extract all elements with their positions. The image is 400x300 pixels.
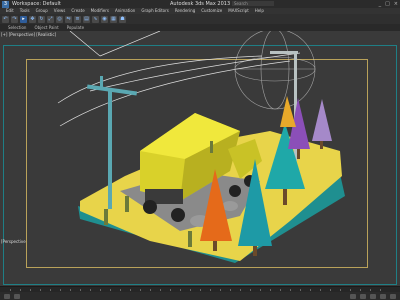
tree-lavender	[312, 99, 332, 149]
curve-editor-icon[interactable]: ∿	[92, 15, 99, 23]
tree-orange-small	[280, 96, 296, 127]
next-frame-icon[interactable]	[360, 293, 366, 299]
mirror-icon[interactable]: ⇋	[65, 15, 72, 23]
tab-populate[interactable]: Populate	[67, 24, 84, 31]
minimize-button[interactable]: _	[379, 0, 382, 8]
status-bar	[0, 292, 400, 300]
status-icon-2[interactable]	[14, 293, 20, 299]
render-setup-icon[interactable]: ▦	[110, 15, 117, 23]
scale-icon[interactable]: ⤢	[47, 15, 54, 23]
align-icon[interactable]: ≡	[74, 15, 81, 23]
play-icon[interactable]	[350, 293, 356, 299]
window-buttons: _ □ ×	[379, 0, 398, 8]
maximize-button[interactable]: □	[385, 0, 390, 8]
perspective-viewport[interactable]: [+] [Perspective] [Realistic] [Perspecti…	[0, 31, 400, 286]
redo-icon[interactable]: ↷	[11, 15, 18, 23]
select-icon[interactable]: ▸	[20, 15, 27, 23]
close-button[interactable]: ×	[394, 0, 398, 8]
render-icon[interactable]: ☗	[119, 15, 126, 23]
light-gizmo	[234, 31, 316, 110]
tab-selection[interactable]: Selection	[8, 24, 26, 31]
workspace-label[interactable]: Workspace: Default	[12, 1, 61, 7]
status-icon-1[interactable]	[4, 293, 10, 299]
move-icon[interactable]: ✥	[29, 15, 36, 23]
tab-object-paint[interactable]: Object Paint	[34, 24, 58, 31]
orbit-icon[interactable]	[390, 293, 396, 299]
timeline-ticks	[10, 289, 390, 291]
search-input[interactable]: Search	[232, 1, 274, 6]
layer-icon[interactable]: ▤	[83, 15, 90, 23]
rotate-icon[interactable]: ↻	[38, 15, 45, 23]
app-logo-icon[interactable]: 3	[2, 0, 9, 8]
material-editor-icon[interactable]: ◉	[101, 15, 108, 23]
zoom-icon[interactable]	[370, 293, 376, 299]
snap-icon[interactable]: ◎	[56, 15, 63, 23]
undo-icon[interactable]: ↶	[2, 15, 9, 23]
scene-render	[57, 31, 345, 263]
pan-icon[interactable]	[380, 293, 386, 299]
